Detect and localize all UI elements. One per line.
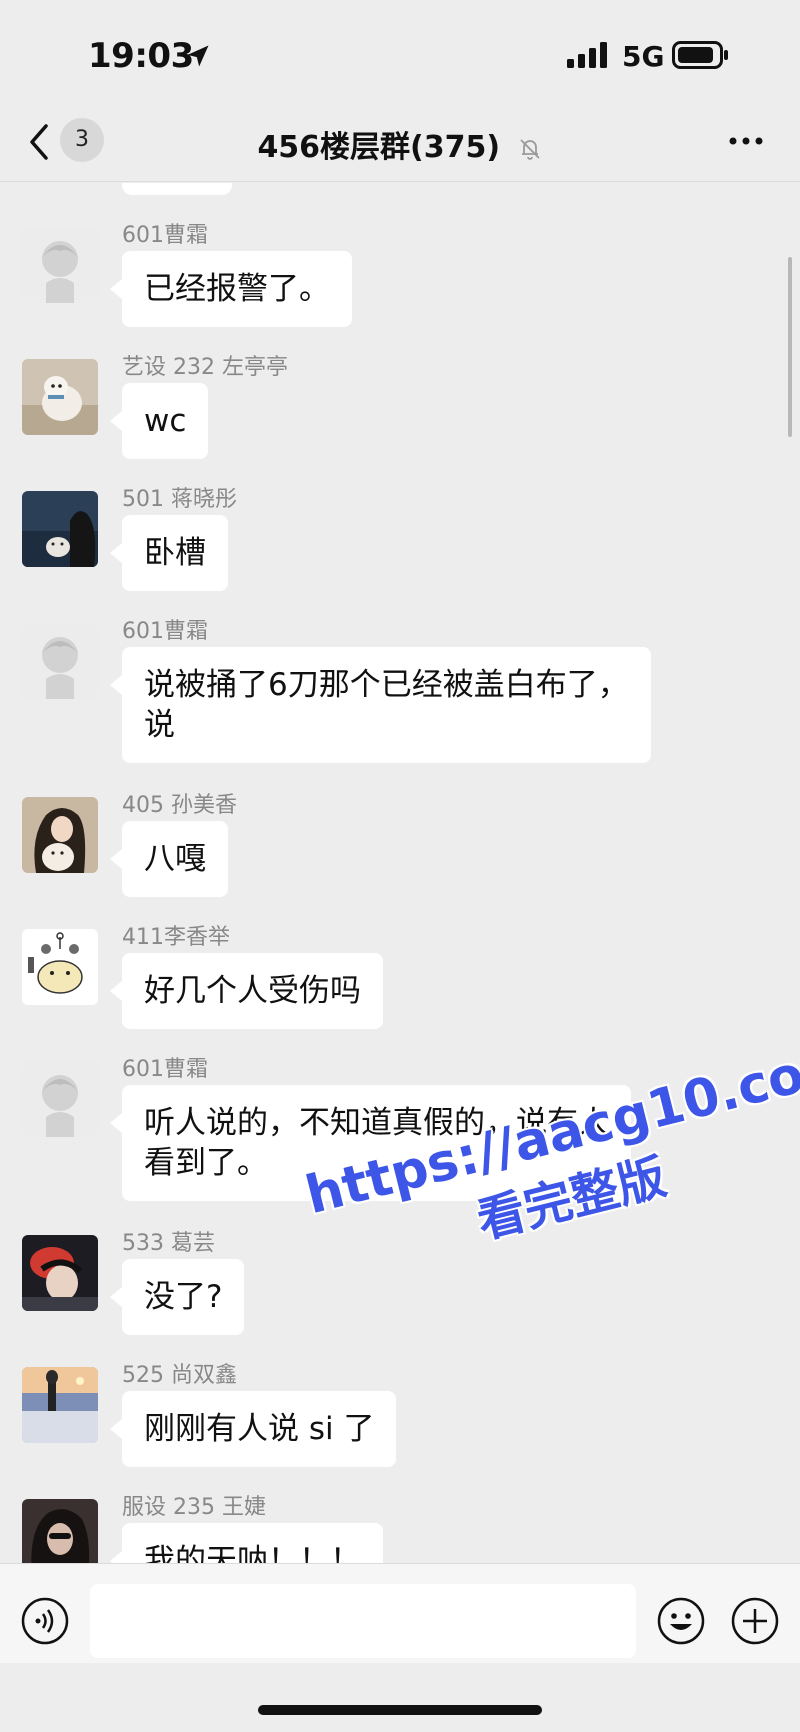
sender-name: 艺设 232 左亭亭: [122, 355, 288, 380]
default-avatar-icon[interactable]: [22, 227, 98, 303]
message-text-line-1: 说被捅了6刀那个已经被盖白布了，: [144, 667, 629, 703]
message-bubble[interactable]: 我的天呐！！！: [110, 1523, 383, 1563]
sender-name: 411李香举: [122, 925, 230, 950]
muted-bell-icon: [519, 138, 540, 160]
message-item: 411李香举 好几个人受伤吗: [0, 919, 800, 1029]
sender-name: 601曹霜: [122, 1057, 208, 1082]
dog-photo-avatar[interactable]: [22, 359, 98, 435]
chat-header: 3 456楼层群(375): [0, 108, 800, 182]
sender-name: 服设 235 王婕: [122, 1495, 266, 1520]
portrait-photo-avatar[interactable]: [22, 1499, 98, 1563]
default-avatar-icon[interactable]: [22, 623, 98, 699]
message-bubble[interactable]: 已经报警了。: [110, 251, 352, 327]
sender-name: 405 孙美香: [122, 793, 237, 818]
message-bubble[interactable]: 刚刚有人说 si 了: [109, 1391, 397, 1467]
message-item: 405 孙美香 八嘎: [0, 787, 800, 897]
home-indicator[interactable]: [258, 1705, 542, 1715]
snow-sunset-photo-avatar[interactable]: [22, 1367, 98, 1443]
message-text: 刚刚有人说 si 了: [144, 1411, 375, 1447]
status-bar: 19:03 5G: [0, 0, 800, 108]
cartoon-sticker-avatar[interactable]: [22, 929, 98, 1005]
message-bubble[interactable]: 八嘎: [110, 821, 228, 897]
message-input[interactable]: [90, 1584, 636, 1658]
emoji-icon[interactable]: [656, 1596, 706, 1646]
message-text: 已经报警了。: [144, 271, 330, 307]
sender-name: 501 蒋晓彤: [122, 487, 237, 512]
message-text: 卧槽: [144, 535, 206, 571]
message-bubble[interactable]: 好几个人受伤吗: [110, 953, 383, 1029]
sender-name: 601曹霜: [122, 223, 208, 248]
network-type: 5G: [622, 40, 665, 73]
battery-icon: [672, 41, 728, 69]
add-attachment-icon[interactable]: [730, 1596, 780, 1646]
sender-name: 533 葛芸: [122, 1231, 215, 1256]
more-options-icon[interactable]: [728, 136, 764, 146]
message-list[interactable]: 601曹霜 已经报警了。 艺设 232 左亭亭 wc 501 蒋晓彤 卧槽 60…: [0, 183, 800, 1563]
message-text: 我的天呐！！！: [144, 1543, 361, 1563]
message-bubble[interactable]: 说被捅了6刀那个已经被盖白布了， 说: [110, 647, 651, 763]
sender-name: 601曹霜: [122, 619, 208, 644]
message-item: 525 尚双鑫 刚刚有人说 si 了: [0, 1357, 800, 1467]
location-arrow-icon: [187, 45, 209, 67]
message-text: wc: [144, 403, 187, 439]
default-avatar-icon[interactable]: [22, 1061, 98, 1137]
status-time: 19:03: [88, 36, 194, 76]
message-text-line-2: 说: [144, 707, 175, 743]
chat-title: 456楼层群(375): [257, 130, 501, 165]
message-text: 好几个人受伤吗: [144, 973, 361, 1009]
message-item: 服设 235 王婕 我的天呐！！！: [0, 1489, 800, 1563]
cellular-signal-icon: [567, 42, 607, 68]
message-item: 601曹霜 已经报警了。: [0, 217, 800, 327]
chat-screen: 19:03 5G 3 456楼层群(375) 601曹霜 已经报警了。 艺设 2…: [0, 0, 800, 1732]
message-text: 八嘎: [144, 841, 206, 877]
message-bubble[interactable]: wc: [109, 383, 209, 459]
message-item: 艺设 232 左亭亭 wc: [0, 349, 800, 459]
voice-input-icon[interactable]: [20, 1596, 70, 1646]
input-bar: [0, 1563, 800, 1663]
message-item: 601曹霜 说被捅了6刀那个已经被盖白布了， 说: [0, 613, 800, 763]
sender-name: 525 尚双鑫: [122, 1363, 237, 1388]
chat-title-wrap: 456楼层群(375): [0, 122, 800, 166]
message-text: 没了?: [144, 1279, 223, 1315]
message-item: 501 蒋晓彤 卧槽: [0, 481, 800, 591]
previous-message-bubble: [122, 183, 232, 195]
girl-with-cat-photo-avatar[interactable]: [22, 797, 98, 873]
red-light-photo-avatar[interactable]: [22, 1235, 98, 1311]
message-bubble[interactable]: 卧槽: [110, 515, 228, 591]
girl-with-cat-photo-avatar[interactable]: [22, 491, 98, 567]
message-bubble[interactable]: 没了?: [109, 1259, 245, 1335]
